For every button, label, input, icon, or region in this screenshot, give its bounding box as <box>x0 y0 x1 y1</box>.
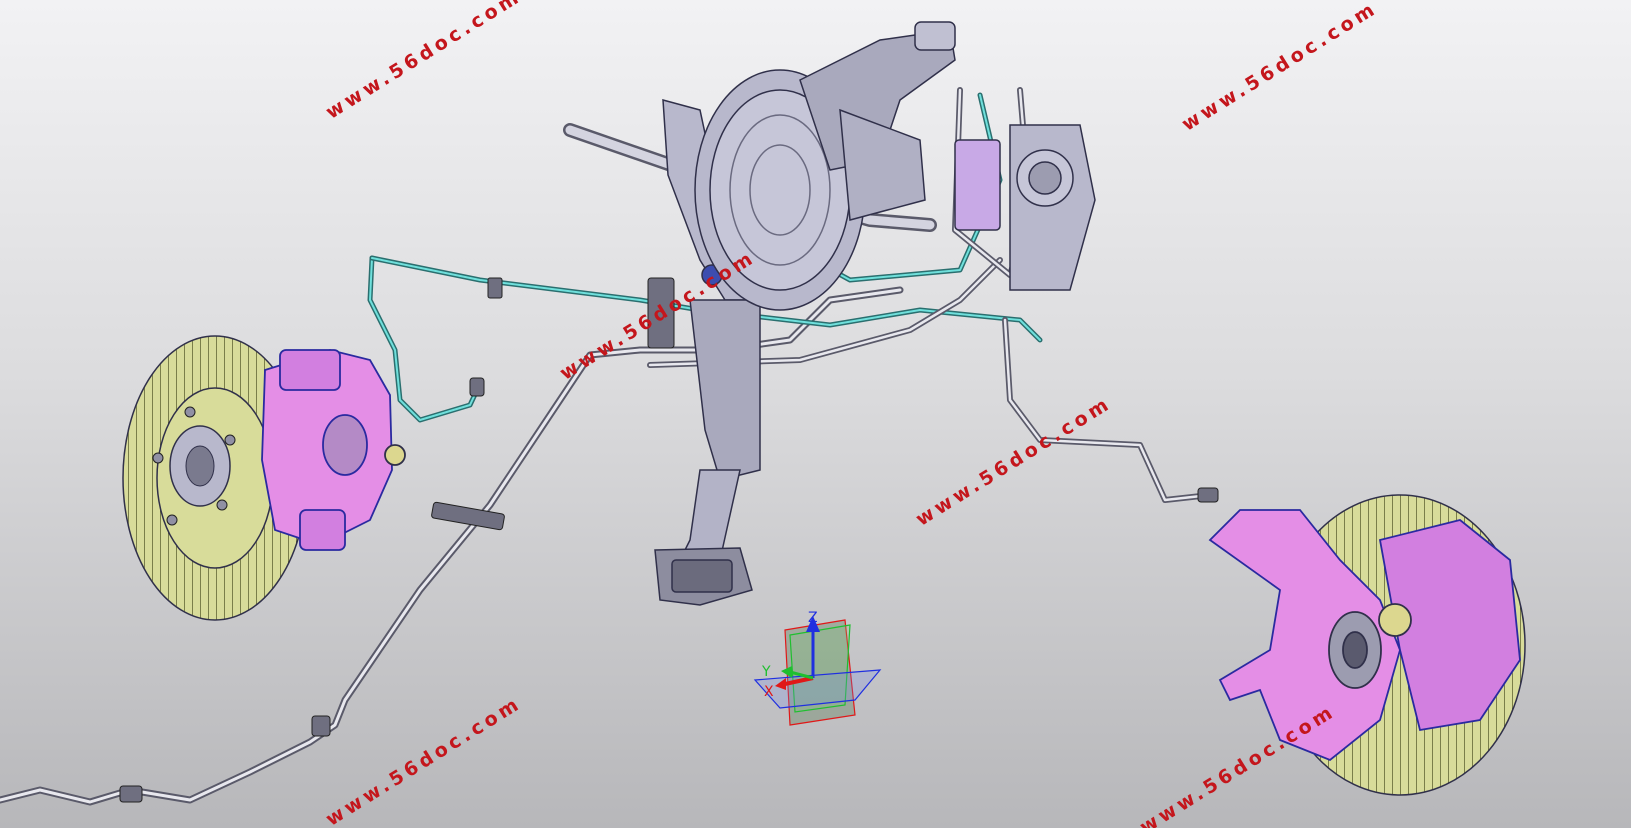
compass-x-label: X <box>764 684 774 700</box>
compass-y-label: Y <box>761 664 771 680</box>
left-brake-caliper[interactable] <box>261 349 406 551</box>
orientation-compass[interactable]: Z X Y <box>753 610 882 726</box>
compass-z-label: Z <box>808 610 818 626</box>
brake-system-model[interactable]: Z X Y <box>0 0 1631 828</box>
compass-xy-plane <box>753 669 882 709</box>
abs-hydraulic-unit[interactable] <box>954 124 1096 291</box>
cad-viewport[interactable]: Z X Y www.56doc.com www.56doc.com www.56… <box>0 0 1631 828</box>
